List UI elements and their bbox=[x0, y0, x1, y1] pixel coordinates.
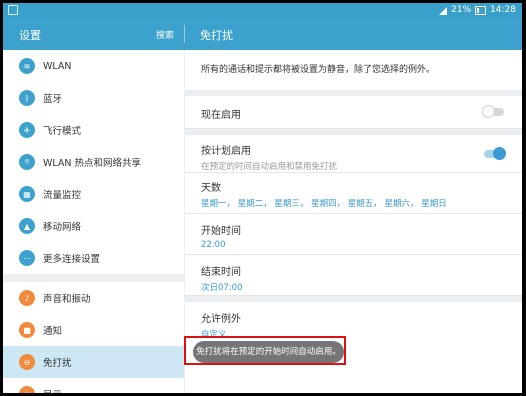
airplane-icon: ✈ bbox=[19, 122, 35, 138]
sidebar-group: ≋ WLAN ᛒ 蓝牙 ✈ 飞行模式 ⌾ WLAN 热点和网络共享 ▦ 流量监控 ▲ 移动网络 ⋯ 更多连… bbox=[3, 50, 184, 274]
sidebar-item-label: 飞行模式 bbox=[43, 126, 82, 137]
start-time-label: 开始时间 bbox=[201, 226, 241, 237]
scheduled-label: 按计划启用 bbox=[201, 146, 251, 157]
scheduled-subtitle: 在预定的时间自动启用和禁用免打扰 bbox=[201, 162, 338, 172]
toggle-knob bbox=[493, 147, 506, 160]
sidebar-item-label: 蓝牙 bbox=[43, 94, 63, 105]
days-label: 天数 bbox=[201, 183, 221, 194]
end-time-row[interactable]: 结束时间 次日07:00 bbox=[185, 255, 522, 296]
start-time-row[interactable]: 开始时间 22:00 bbox=[185, 214, 522, 255]
sidebar-item-label: 显示 bbox=[43, 387, 62, 393]
sidebar-item-more-connections[interactable]: ⋯ 更多连接设置 bbox=[3, 242, 184, 274]
scheduled-toggle[interactable] bbox=[484, 147, 506, 160]
bluetooth-icon: ᛒ bbox=[19, 90, 35, 106]
more-connections-icon: ⋯ bbox=[19, 250, 35, 266]
start-time-value: 22:00 bbox=[201, 240, 226, 250]
highlight-box bbox=[184, 336, 346, 365]
status-bar: 21% 14:28 bbox=[3, 3, 522, 18]
sidebar-item-label: 流量监控 bbox=[43, 190, 82, 201]
settings-title: 设置 bbox=[19, 29, 41, 42]
scheduled-row[interactable]: 按计划启用 在预定的时间自动启用和禁用免打扰 bbox=[185, 135, 522, 173]
sidebar-item-sound[interactable]: ♪ 声音和振动 bbox=[3, 282, 184, 314]
sidebar-item-do-not-disturb[interactable]: ⊖ 免打扰 bbox=[3, 346, 184, 378]
notification-icon-statusbar bbox=[8, 5, 18, 15]
app-window: 21% 14:28 设置 搜索 免打扰 ≋ WLAN ᛒ 蓝牙 ✈ 飞行模式 ⌾ WLAN 热… bbox=[3, 3, 522, 393]
battery-icon bbox=[475, 6, 487, 15]
display-icon: ☀ bbox=[19, 386, 35, 393]
sidebar: ≋ WLAN ᛒ 蓝牙 ✈ 飞行模式 ⌾ WLAN 热点和网络共享 ▦ 流量监控 ▲ 移动网络 ⋯ 更多连… bbox=[3, 50, 184, 393]
do-not-disturb-icon: ⊖ bbox=[19, 354, 35, 370]
clock: 14:28 bbox=[490, 5, 516, 15]
sidebar-item-wifi[interactable]: ≋ WLAN bbox=[3, 50, 184, 82]
sidebar-item-bluetooth[interactable]: ᛒ 蓝牙 bbox=[3, 82, 184, 114]
appbar-divider bbox=[184, 25, 185, 43]
sidebar-item-mobile-network[interactable]: ▲ 移动网络 bbox=[3, 210, 184, 242]
sidebar-item-label: 免打扰 bbox=[43, 358, 72, 369]
sidebar-item-label: 移动网络 bbox=[43, 222, 82, 233]
sidebar-item-display[interactable]: ☀ 显示 bbox=[3, 378, 184, 393]
battery-percent: 21% bbox=[451, 5, 472, 15]
page-title: 免打扰 bbox=[200, 29, 233, 42]
toggle-knob bbox=[482, 105, 495, 118]
days-row[interactable]: 天数 星期一， 星期二， 星期三， 星期四， 星期五， 星期六， 星期日 bbox=[185, 173, 522, 214]
wifi-icon: ≋ bbox=[19, 58, 35, 74]
sound-icon: ♪ bbox=[19, 290, 35, 306]
notification-icon: ■ bbox=[19, 322, 35, 338]
sidebar-item-label: 声音和振动 bbox=[43, 294, 91, 305]
end-time-value: 次日07:00 bbox=[201, 283, 243, 293]
days-value: 星期一， 星期二， 星期三， 星期四， 星期五， 星期六， 星期日 bbox=[201, 199, 447, 209]
mobile-network-icon: ▲ bbox=[19, 218, 35, 234]
end-time-label: 结束时间 bbox=[201, 267, 241, 278]
sidebar-item-airplane[interactable]: ✈ 飞行模式 bbox=[3, 114, 184, 146]
now-on-toggle[interactable] bbox=[482, 105, 504, 118]
search-button[interactable]: 搜索 bbox=[156, 28, 174, 41]
data-usage-icon: ▦ bbox=[19, 186, 35, 202]
signal-icon bbox=[439, 6, 448, 15]
sidebar-item-label: 更多连接设置 bbox=[43, 254, 101, 265]
sidebar-item-hotspot[interactable]: ⌾ WLAN 热点和网络共享 bbox=[3, 146, 184, 178]
sidebar-group: ♪ 声音和振动 ■ 通知 ⊖ 免打扰 ☀ 显示 bbox=[3, 282, 184, 393]
dnd-description: 所有的通话和提示都将被设置为静音，除了您选择的例外。 bbox=[201, 65, 436, 75]
now-on-row[interactable]: 现在启用 bbox=[185, 96, 522, 129]
sidebar-item-notification[interactable]: ■ 通知 bbox=[3, 314, 184, 346]
now-on-label: 现在启用 bbox=[201, 110, 241, 121]
hotspot-icon: ⌾ bbox=[19, 154, 35, 170]
sidebar-item-data-usage[interactable]: ▦ 流量监控 bbox=[3, 178, 184, 210]
sidebar-item-label: WLAN bbox=[43, 60, 72, 72]
app-bar: 设置 搜索 免打扰 bbox=[3, 18, 522, 50]
exceptions-label: 允许例外 bbox=[201, 314, 241, 325]
sidebar-item-label: WLAN 热点和网络共享 bbox=[43, 158, 142, 169]
sidebar-item-label: 通知 bbox=[43, 326, 63, 337]
